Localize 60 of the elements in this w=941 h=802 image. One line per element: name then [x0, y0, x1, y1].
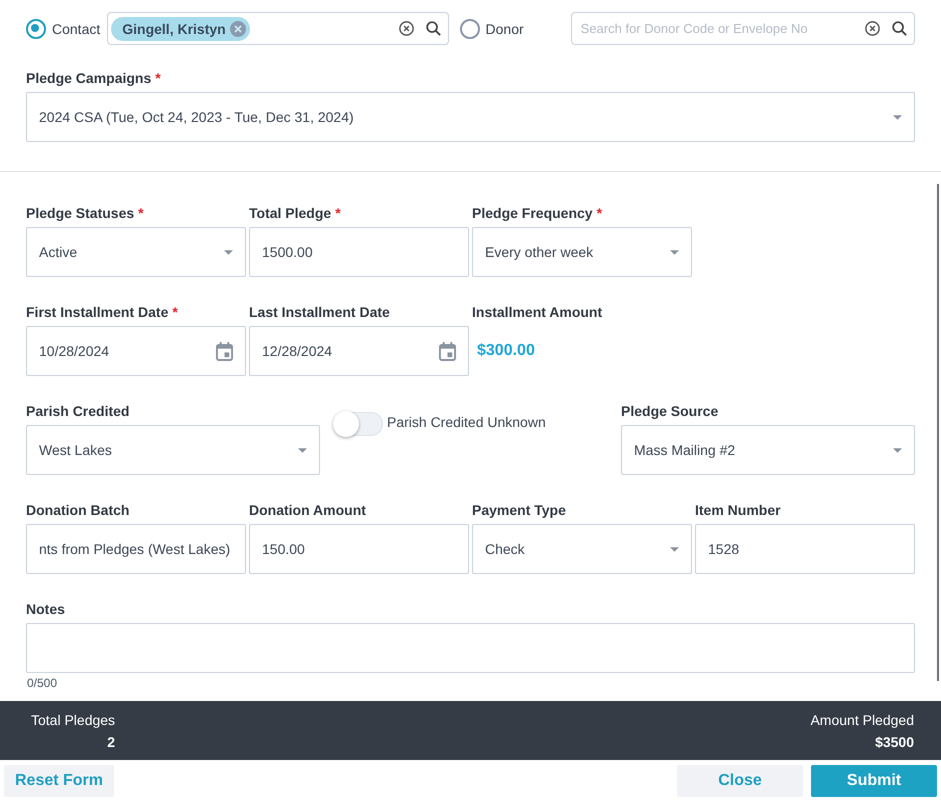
radio-button[interactable]: [460, 18, 480, 38]
input-field[interactable]: 150.00: [249, 524, 469, 574]
required-mark: *: [155, 70, 161, 86]
select-field[interactable]: Every other week: [472, 227, 692, 277]
calendar-icon[interactable]: [216, 342, 233, 360]
input-field[interactable]: 1528: [695, 524, 915, 574]
summary-label: Total Pledges: [31, 712, 116, 728]
search-icon[interactable]: [424, 20, 442, 37]
field-label: Pledge Statuses: [26, 205, 134, 221]
installment-amount: $300.00: [476, 341, 536, 361]
field-label: Item Number: [695, 502, 781, 518]
field-label: Pledge Campaigns: [26, 70, 152, 86]
toggle-switch[interactable]: [333, 412, 383, 436]
caret-icon: [670, 250, 679, 254]
required-mark: *: [596, 205, 602, 221]
radio-label: Donor: [486, 20, 524, 36]
field-label: Donation Batch: [26, 502, 130, 518]
contact-search-field[interactable]: Gingell, Kristyn: [107, 12, 449, 45]
placeholder-text: Search for Donor Code or Envelope No: [580, 21, 809, 36]
field-label: Donation Amount: [249, 502, 366, 518]
field-label: Total Pledge: [249, 205, 332, 221]
select-field[interactable]: Active: [26, 227, 246, 277]
toggle-label: Parish Credited Unknown: [387, 414, 546, 430]
notes-field[interactable]: [26, 623, 915, 673]
date-field[interactable]: 10/28/2024: [26, 326, 246, 376]
field-label: Pledge Frequency: [472, 205, 593, 221]
caret-icon: [298, 448, 307, 452]
input-field[interactable]: nts from Pledges (West Lakes): [26, 524, 246, 574]
summary-value: $3500: [875, 734, 914, 750]
summary-label: Amount Pledged: [810, 712, 914, 728]
field-label: First Installment Date: [26, 304, 168, 320]
field-label: Installment Amount: [472, 304, 602, 320]
caret-icon: [893, 448, 902, 452]
clear-icon[interactable]: [864, 20, 881, 37]
date-field[interactable]: 12/28/2024: [249, 326, 469, 376]
calendar-icon[interactable]: [439, 342, 456, 360]
campaign-select[interactable]: 2024 CSA (Tue, Oct 24, 2023 - Tue, Dec 31, 2024): [26, 92, 915, 142]
radio-button[interactable]: [26, 18, 46, 38]
caret-icon: [893, 114, 902, 120]
radio-label: Contact: [52, 20, 100, 36]
search-icon[interactable]: [891, 20, 908, 37]
summary-value: 2: [107, 734, 116, 750]
contact-chip[interactable]: Gingell, Kristyn: [111, 16, 250, 40]
select-field[interactable]: Mass Mailing #2: [621, 425, 915, 475]
caret-icon: [224, 250, 233, 254]
field-label: Notes: [26, 601, 65, 617]
remove-icon[interactable]: [230, 20, 246, 36]
field-label: Pledge Source: [621, 403, 718, 419]
required-mark: *: [335, 205, 341, 221]
required-mark: *: [172, 304, 178, 320]
caret-icon: [670, 546, 679, 552]
field-label: Payment Type: [472, 502, 566, 518]
required-mark: *: [138, 205, 144, 221]
clear-icon[interactable]: [398, 20, 415, 37]
input-field[interactable]: 1500.00: [249, 227, 469, 277]
character-counter: 0/500: [26, 676, 58, 690]
select-field[interactable]: West Lakes: [26, 425, 320, 475]
select-field[interactable]: Check: [472, 524, 692, 574]
field-label: Last Installment Date: [249, 304, 390, 320]
field-label: Parish Credited: [26, 403, 130, 419]
